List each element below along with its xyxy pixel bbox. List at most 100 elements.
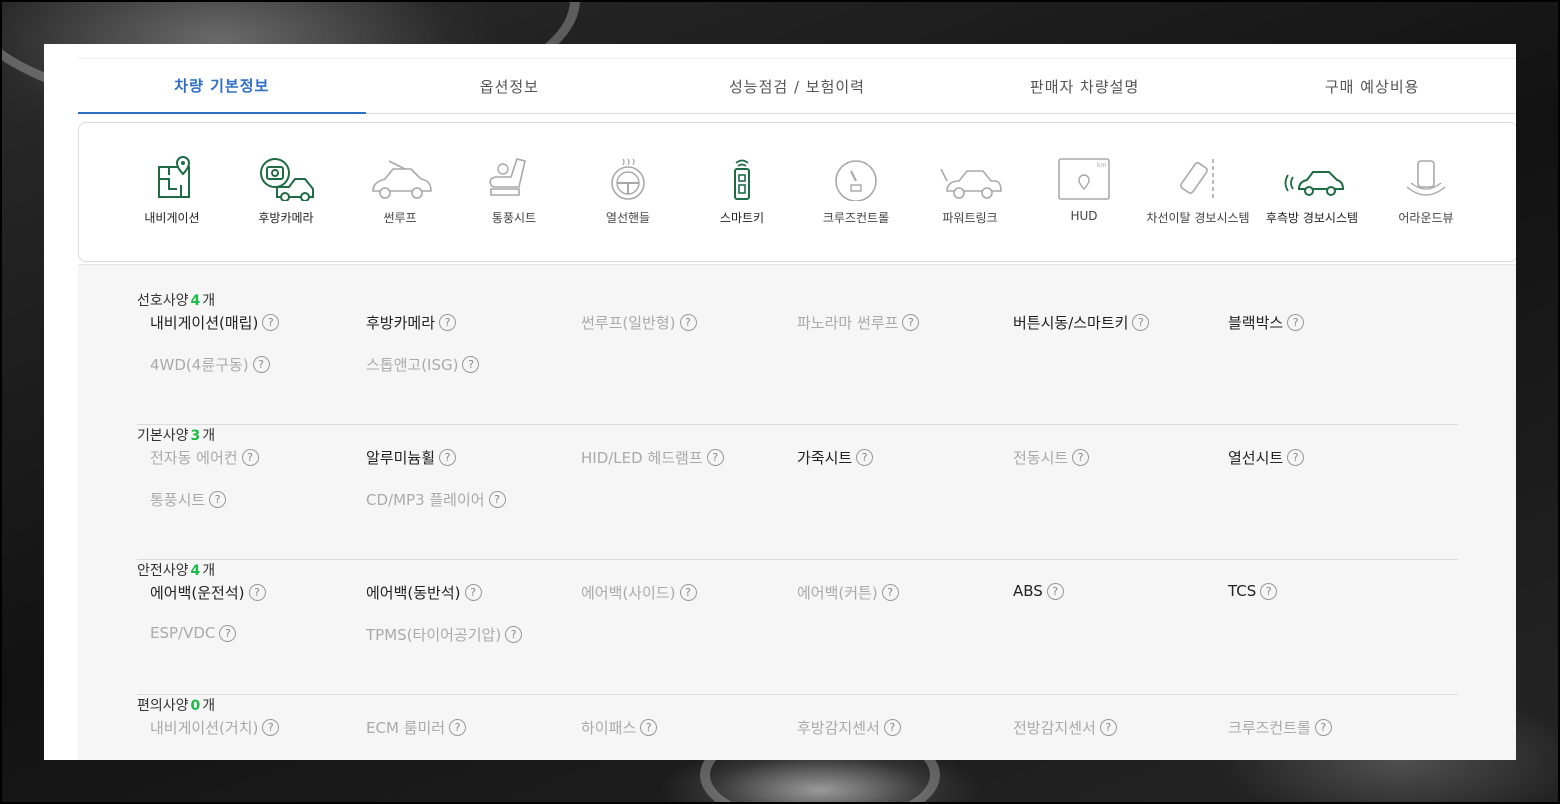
spec-item[interactable]: 썬루프(일반형)?: [581, 312, 697, 333]
spec-item[interactable]: 전동시트?: [1013, 447, 1090, 468]
ventilated-seat-icon: [481, 155, 547, 205]
option-heated-steering[interactable]: 열선핸들: [571, 155, 685, 261]
help-icon[interactable]: ?: [679, 584, 697, 601]
help-icon[interactable]: ?: [1314, 719, 1332, 736]
help-icon[interactable]: ?: [1287, 314, 1305, 331]
spec-group: 선호사양 4 개 내비게이션(매립)? 후방카메라? 썬루프(일반형)? 파노라마 썬루프?…: [137, 290, 1458, 425]
help-icon[interactable]: ?: [464, 584, 482, 601]
spec-item[interactable]: 내비게이션(매립)?: [150, 312, 280, 333]
spec-group-unit: 개: [202, 563, 216, 579]
spec-item[interactable]: 후방감지센서?: [797, 717, 901, 738]
spec-item-label: ABS: [1013, 582, 1043, 600]
option-label: 썬루프: [383, 211, 417, 225]
help-icon[interactable]: ?: [902, 314, 920, 331]
spec-item[interactable]: TPMS(타이어공기압)?: [366, 624, 523, 645]
spec-item[interactable]: 블랙박스?: [1228, 312, 1305, 333]
help-icon[interactable]: ?: [505, 626, 523, 643]
help-icon[interactable]: ?: [1072, 449, 1090, 466]
tab-options[interactable]: 옵션정보: [366, 59, 654, 114]
spec-item-label: HID/LED 헤드램프: [581, 449, 703, 467]
spec-item[interactable]: ESP/VDC?: [150, 624, 237, 642]
help-icon[interactable]: ?: [449, 719, 467, 736]
main-options-box: 내비게이션 후방카메라 썬루프 통풍시트 열선핸들 스마트키 크루즈컨트롤 파워트링크 km HU…: [78, 122, 1516, 262]
option-power-trunk[interactable]: 파워트링크: [913, 155, 1027, 261]
help-icon[interactable]: ?: [1099, 719, 1117, 736]
spec-item-label: 파노라마 썬루프: [797, 314, 899, 332]
help-icon[interactable]: ?: [439, 314, 457, 331]
spec-item[interactable]: 알루미늄휠?: [366, 447, 457, 468]
help-icon[interactable]: ?: [883, 719, 901, 736]
spec-item[interactable]: CD/MP3 플레이어?: [366, 489, 506, 510]
option-ventilated-seat[interactable]: 통풍시트: [457, 155, 571, 261]
spec-item[interactable]: 전자동 에어컨?: [150, 447, 259, 468]
option-label: 스마트키: [719, 211, 765, 225]
spec-item-label: 에어백(사이드): [581, 584, 676, 602]
spec-item[interactable]: 스톱앤고(ISG)?: [366, 354, 480, 375]
option-rear-camera[interactable]: 후방카메라: [229, 155, 343, 261]
hud-icon: km: [1051, 155, 1117, 205]
option-blind-spot[interactable]: 후측방 경보시스템: [1255, 155, 1369, 261]
spec-item-label: TPMS(타이어공기압): [366, 626, 502, 644]
spec-item-label: 버튼시동/스마트키: [1013, 314, 1129, 332]
spec-item[interactable]: 에어백(운전석)?: [150, 582, 266, 603]
spec-item[interactable]: 버튼시동/스마트키?: [1013, 312, 1150, 333]
spec-item[interactable]: ABS?: [1013, 582, 1064, 600]
help-icon[interactable]: ?: [679, 314, 697, 331]
help-icon[interactable]: ?: [462, 356, 480, 373]
option-cruise-control[interactable]: 크루즈컨트롤: [799, 155, 913, 261]
spec-item[interactable]: 에어백(동반석)?: [366, 582, 482, 603]
spec-item[interactable]: ECM 룸미러?: [366, 717, 467, 738]
spec-item-label: 통풍시트: [150, 491, 206, 509]
tab-expected-cost[interactable]: 구매 예상비용: [1228, 59, 1516, 114]
spec-item[interactable]: 내비게이션(거치)?: [150, 717, 280, 738]
option-around-view[interactable]: 어라운드뷰: [1369, 155, 1483, 261]
option-label: 파워트링크: [942, 211, 998, 225]
tab-vehicle-info[interactable]: 차량 기본정보: [78, 59, 366, 114]
spec-group-count: 4: [190, 563, 201, 579]
help-icon[interactable]: ?: [1046, 582, 1064, 600]
option-lane-departure[interactable]: 차선이탈 경보시스템: [1141, 155, 1255, 261]
spec-item[interactable]: 4WD(4륜구동)?: [150, 354, 270, 375]
help-icon[interactable]: ?: [856, 449, 874, 466]
option-label: 후측방 경보시스템: [1265, 211, 1359, 225]
spec-group-unit: 개: [202, 698, 216, 714]
help-icon[interactable]: ?: [252, 356, 270, 373]
spec-item[interactable]: 후방카메라?: [366, 312, 457, 333]
help-icon[interactable]: ?: [248, 584, 266, 601]
spec-group-count: 3: [190, 428, 201, 444]
help-icon[interactable]: ?: [262, 719, 280, 736]
help-icon[interactable]: ?: [1287, 449, 1305, 466]
option-hud[interactable]: km HUD: [1027, 155, 1141, 261]
help-icon[interactable]: ?: [488, 491, 506, 508]
help-icon[interactable]: ?: [241, 449, 259, 466]
help-icon[interactable]: ?: [439, 449, 457, 466]
spec-item[interactable]: 파노라마 썬루프?: [797, 312, 920, 333]
spec-item[interactable]: TCS?: [1228, 582, 1278, 600]
tab-seller-description[interactable]: 판매자 차량설명: [941, 59, 1229, 114]
spec-item[interactable]: 전방감지센서?: [1013, 717, 1117, 738]
help-icon[interactable]: ?: [209, 491, 227, 508]
spec-group-title: 안전사양 4 개: [137, 560, 215, 580]
spec-item-label: 에어백(커튼): [797, 584, 878, 602]
option-navigation[interactable]: 내비게이션: [115, 155, 229, 261]
spec-group-title: 기본사양 3 개: [137, 425, 215, 445]
help-icon[interactable]: ?: [219, 624, 237, 642]
help-icon[interactable]: ?: [881, 584, 899, 601]
help-icon[interactable]: ?: [706, 449, 724, 466]
tab-inspection[interactable]: 성능점검 / 보험이력: [653, 59, 941, 114]
rear-camera-icon: [253, 155, 319, 205]
option-sunroof[interactable]: 썬루프: [343, 155, 457, 261]
spec-item[interactable]: 에어백(커튼)?: [797, 582, 899, 603]
help-icon[interactable]: ?: [1132, 314, 1150, 331]
spec-item[interactable]: 하이패스?: [581, 717, 658, 738]
spec-item[interactable]: HID/LED 헤드램프?: [581, 447, 724, 468]
help-icon[interactable]: ?: [640, 719, 658, 736]
help-icon[interactable]: ?: [1260, 582, 1278, 600]
help-icon[interactable]: ?: [262, 314, 280, 331]
spec-item[interactable]: 가죽시트?: [797, 447, 874, 468]
option-smart-key[interactable]: 스마트키: [685, 155, 799, 261]
spec-item[interactable]: 크루즈컨트롤?: [1228, 717, 1332, 738]
spec-item[interactable]: 열선시트?: [1228, 447, 1305, 468]
spec-item[interactable]: 통풍시트?: [150, 489, 227, 510]
spec-item[interactable]: 에어백(사이드)?: [581, 582, 697, 603]
